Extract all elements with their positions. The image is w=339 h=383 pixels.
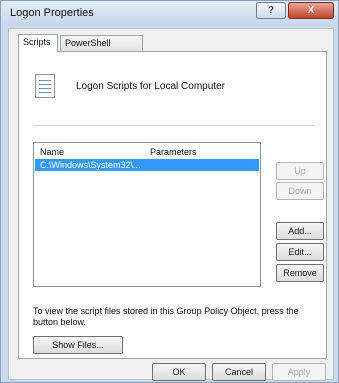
tab-powershell-scripts[interactable]: PowerShell Scripts xyxy=(60,35,143,62)
down-button[interactable]: Down xyxy=(276,182,324,200)
column-header-parameters[interactable]: Parameters xyxy=(150,147,197,157)
title-bar[interactable]: Logon Properties ? X xyxy=(1,1,338,25)
edit-button[interactable]: Edit... xyxy=(276,243,324,261)
script-path: C:\Windows\System32\... xyxy=(40,160,141,170)
logon-properties-dialog: Logon Properties ? X Scripts PowerShell … xyxy=(0,0,339,383)
apply-button[interactable]: Apply xyxy=(272,363,326,381)
scripts-list[interactable]: Name Parameters C:\Windows\System32\... xyxy=(33,142,261,287)
dialog-body: Scripts PowerShell Scripts Logon Scripts… xyxy=(8,28,334,381)
show-files-button[interactable]: Show Files... xyxy=(33,336,123,354)
panel-heading: Logon Scripts for Local Computer xyxy=(76,81,225,92)
cancel-button[interactable]: Cancel xyxy=(212,363,266,381)
help-button[interactable]: ? xyxy=(256,2,286,19)
help-icon: ? xyxy=(267,5,275,16)
add-button[interactable]: Add... xyxy=(276,222,324,240)
close-button[interactable]: X xyxy=(288,2,334,19)
tab-scripts[interactable]: Scripts xyxy=(18,34,58,52)
close-icon: X xyxy=(307,5,315,16)
scripts-tab-panel: Logon Scripts for Local Computer Name Pa… xyxy=(18,51,327,359)
column-header-name[interactable]: Name xyxy=(40,147,64,157)
divider xyxy=(33,125,314,126)
up-button[interactable]: Up xyxy=(276,162,324,180)
ok-button[interactable]: OK xyxy=(152,363,206,381)
list-item[interactable]: C:\Windows\System32\... xyxy=(35,159,259,171)
window-title: Logon Properties xyxy=(10,7,94,19)
script-document-icon xyxy=(35,74,55,98)
info-text: To view the script files stored in this … xyxy=(33,306,299,327)
remove-button[interactable]: Remove xyxy=(276,264,324,282)
